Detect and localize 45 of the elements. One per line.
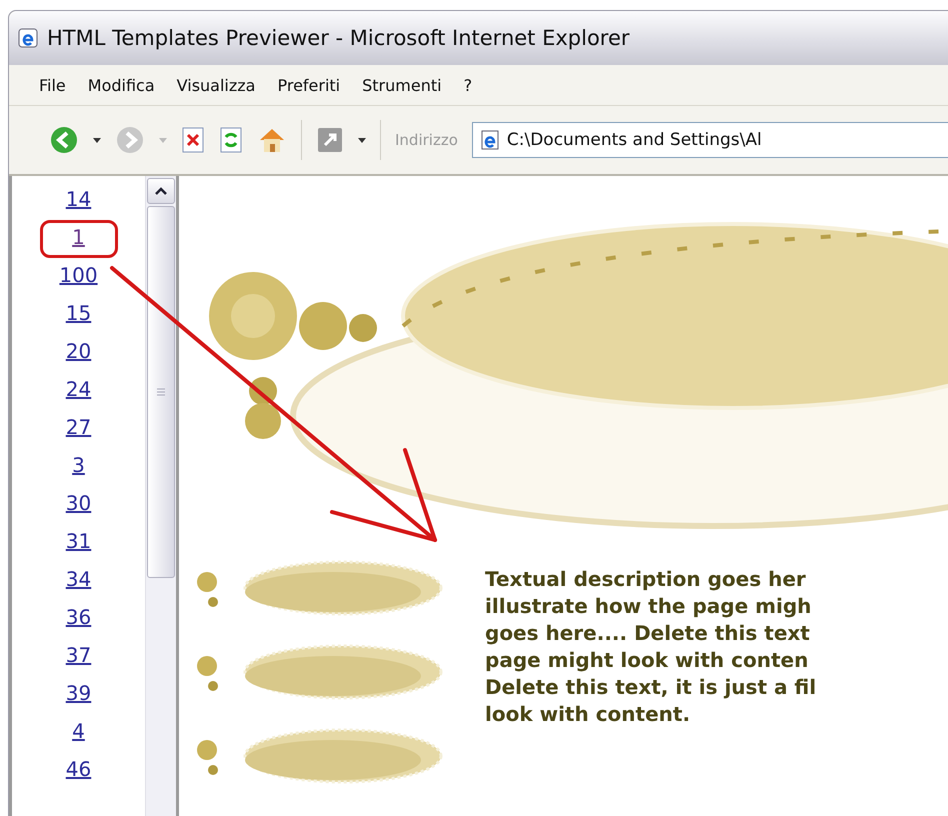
- scroll-up-button[interactable]: [147, 178, 175, 204]
- scroll-thumb[interactable]: [147, 206, 175, 578]
- caret-icon[interactable]: [93, 138, 101, 142]
- back-icon[interactable]: [49, 125, 79, 155]
- template-link[interactable]: 14: [56, 182, 102, 220]
- menu-item[interactable]: Strumenti: [362, 76, 442, 94]
- template-link[interactable]: 27: [56, 410, 102, 448]
- description-text: illustrate how the page migh: [485, 593, 812, 620]
- template-link[interactable]: 4: [62, 714, 95, 752]
- refresh-icon[interactable]: [219, 127, 243, 153]
- description-text: Delete this text, it is just a fil: [485, 674, 816, 701]
- template-link[interactable]: 37: [56, 638, 102, 676]
- template-link[interactable]: 36: [56, 600, 102, 638]
- template-link[interactable]: 24: [56, 372, 102, 410]
- template-link[interactable]: 39: [56, 676, 102, 714]
- menu-item[interactable]: File: [39, 76, 66, 94]
- address-field[interactable]: C:\Documents and Settings\Al: [472, 122, 948, 158]
- caret-icon[interactable]: [358, 138, 366, 142]
- template-link[interactable]: 34: [56, 562, 102, 600]
- forward-icon[interactable]: [115, 125, 145, 155]
- caret-icon: [155, 187, 167, 195]
- template-link[interactable]: 20: [56, 334, 102, 372]
- menu-item[interactable]: Visualizza: [176, 76, 256, 94]
- template-link[interactable]: 1: [40, 220, 118, 258]
- template-link[interactable]: 31: [56, 524, 102, 562]
- template-link[interactable]: 3: [62, 448, 95, 486]
- address-label: Indirizzo: [395, 131, 458, 149]
- menu-item[interactable]: ?: [464, 76, 472, 94]
- stop-icon[interactable]: [181, 127, 205, 153]
- description-text: Textual description goes her: [485, 566, 807, 593]
- template-link[interactable]: 30: [56, 486, 102, 524]
- template-link[interactable]: 100: [49, 258, 108, 296]
- template-link[interactable]: 15: [56, 296, 102, 334]
- browser-page-icon: [478, 129, 501, 151]
- description-text: goes here.... Delete this text: [485, 620, 811, 647]
- scrollbar[interactable]: [145, 176, 176, 816]
- grip-icon: [156, 387, 166, 397]
- window-title: HTML Templates Previewer - Microsoft Internet Explorer: [47, 26, 630, 50]
- description-text: page might look with conten: [485, 647, 810, 674]
- browser-icon: [17, 27, 39, 49]
- menu-item[interactable]: Modifica: [88, 76, 155, 94]
- template-link[interactable]: 46: [56, 752, 102, 790]
- description-text: look with content.: [485, 701, 692, 728]
- media-icon[interactable]: [316, 126, 344, 154]
- menu-item[interactable]: Preferiti: [277, 76, 340, 94]
